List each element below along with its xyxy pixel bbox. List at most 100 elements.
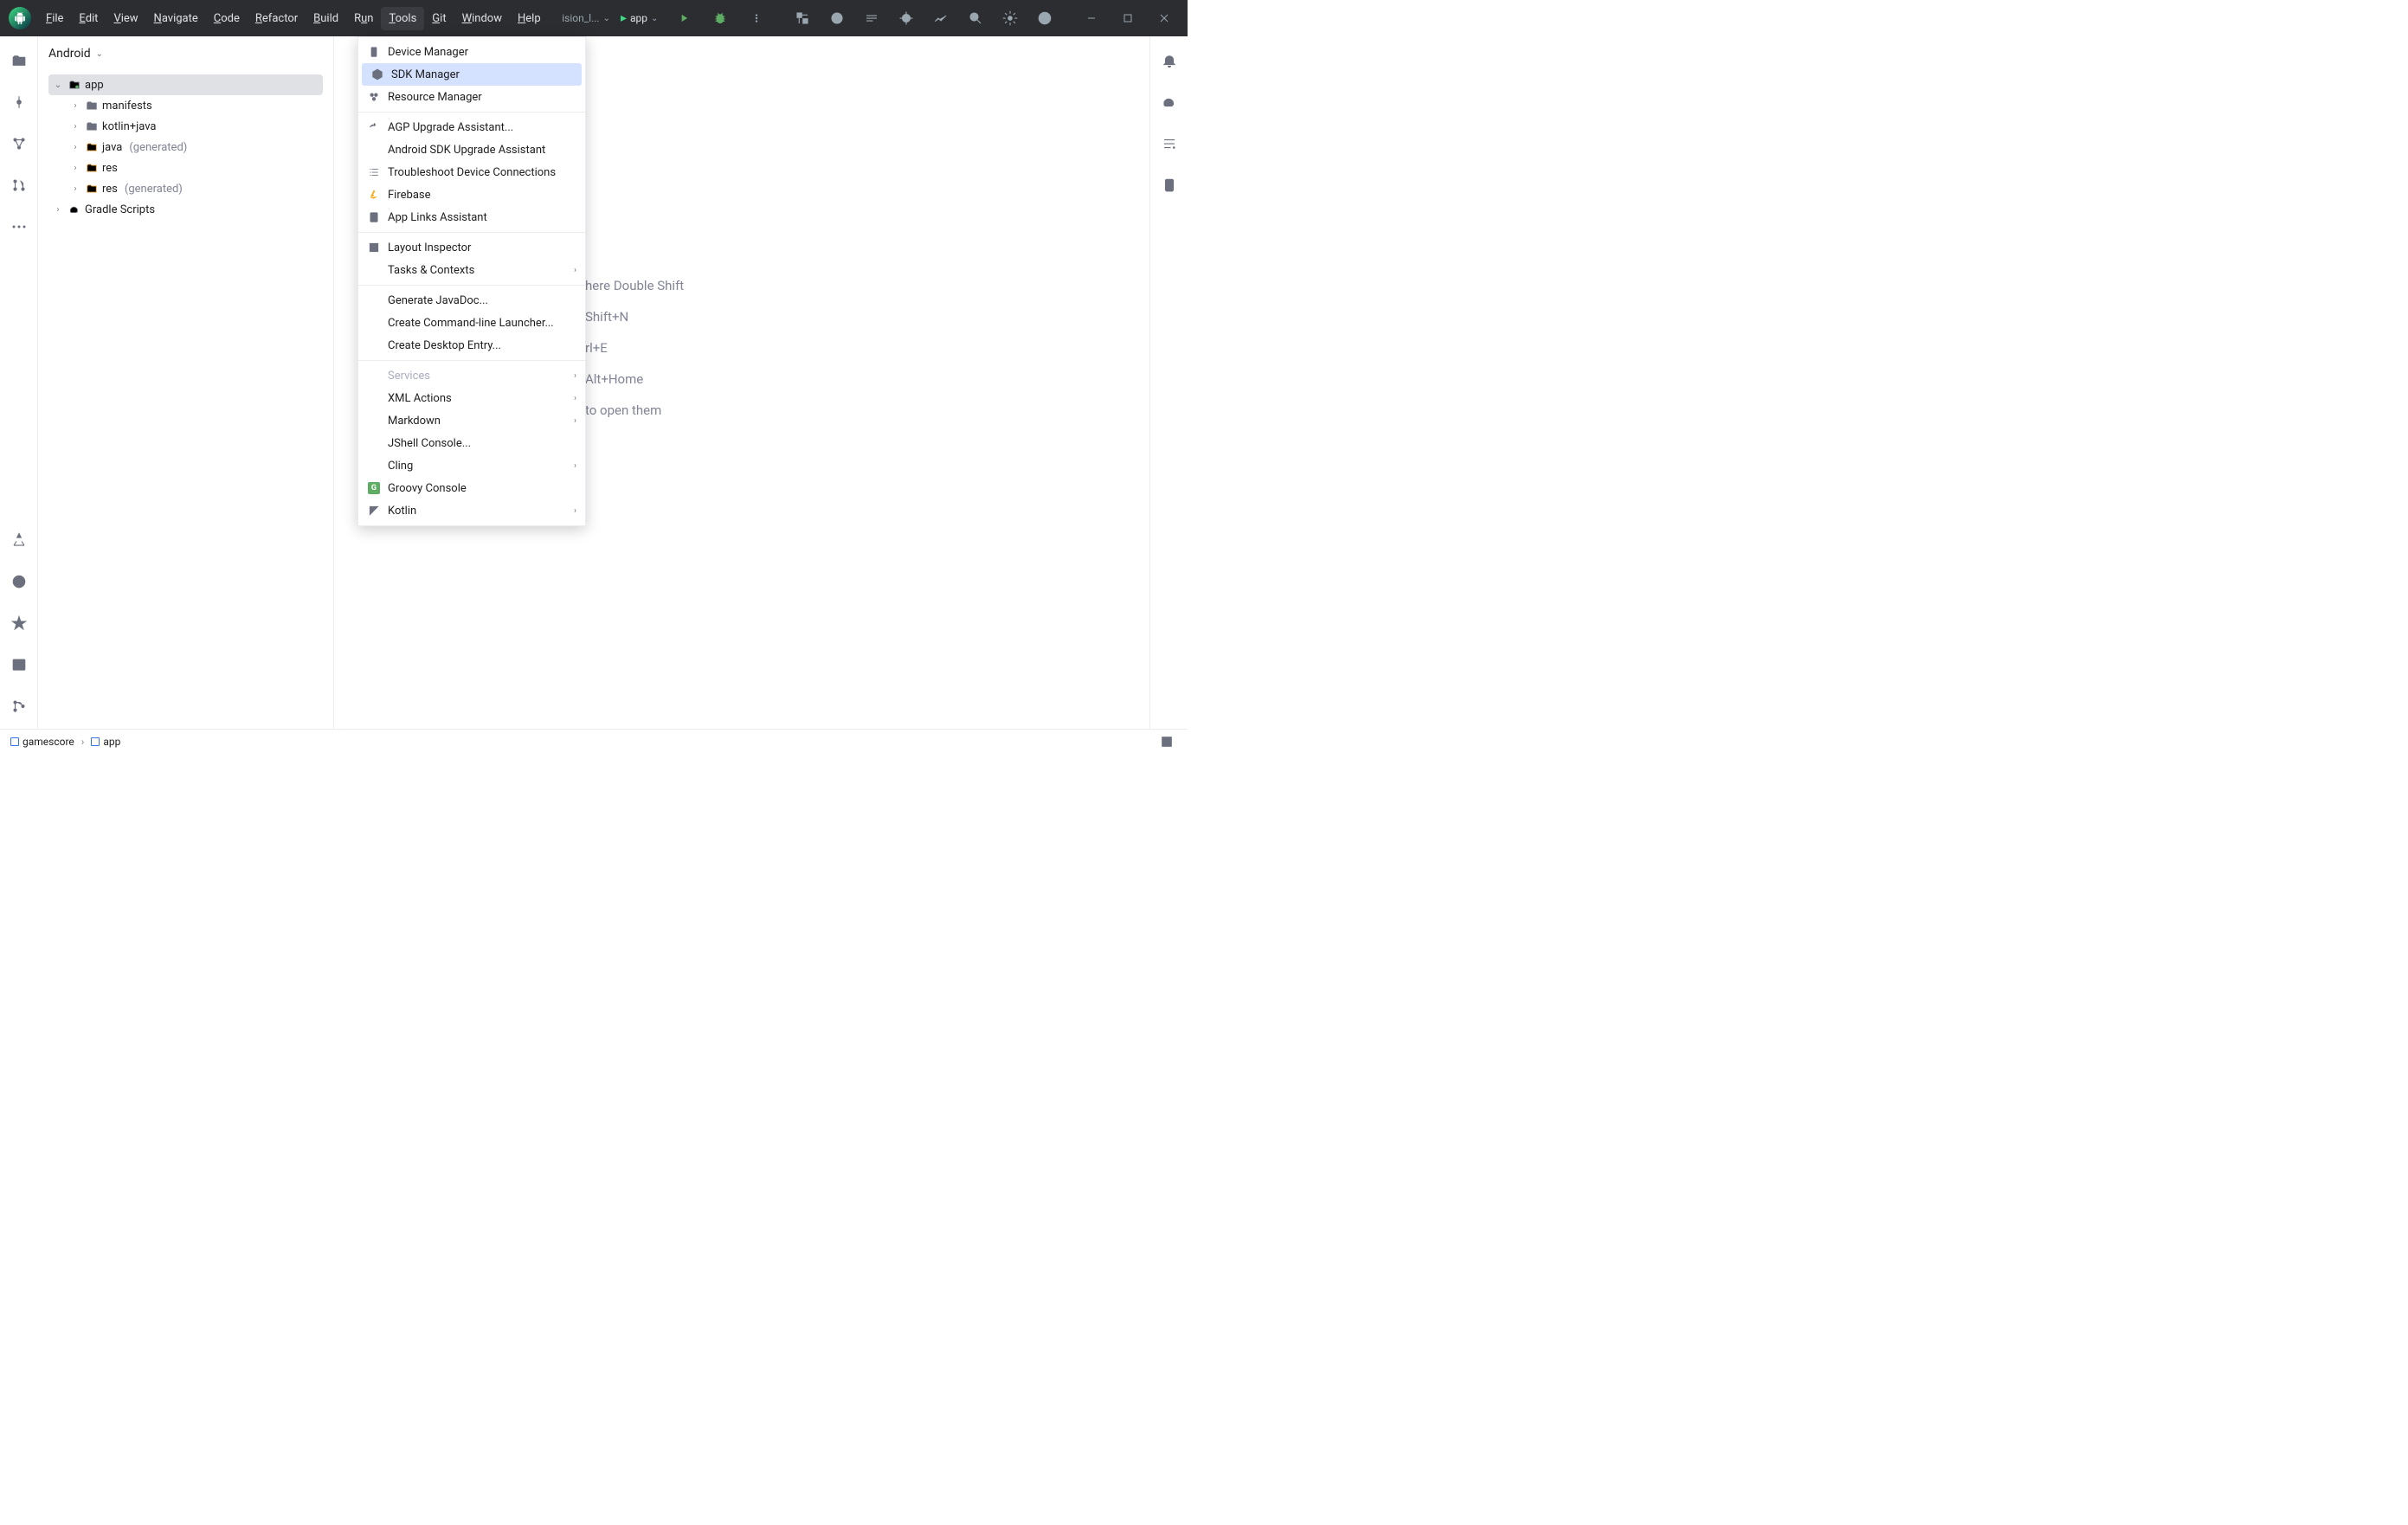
menu-run[interactable]: Run	[346, 7, 381, 30]
menu-item-firebase[interactable]: Firebase	[358, 183, 585, 206]
menu-item-troubleshoot[interactable]: Troubleshoot Device Connections	[358, 161, 585, 183]
chevron-right-icon: ›	[574, 394, 576, 403]
generated-folder-icon	[85, 182, 99, 196]
more-tools-icon[interactable]	[9, 216, 29, 237]
settings-icon[interactable]	[994, 3, 1027, 34]
menu-item-cling[interactable]: Cling ›	[358, 454, 585, 477]
left-tool-rail	[0, 36, 38, 729]
build-variants-icon[interactable]	[9, 530, 29, 550]
gradle-tool-icon[interactable]	[1159, 92, 1180, 113]
menu-window[interactable]: Window	[454, 7, 510, 30]
menu-item-markdown[interactable]: Markdown ›	[358, 409, 585, 432]
groovy-icon: G	[367, 481, 381, 495]
debug-button[interactable]	[705, 3, 736, 34]
version-control-icon[interactable]	[9, 696, 29, 717]
minimize-window-button[interactable]	[1073, 0, 1110, 36]
chevron-right-icon: ›	[574, 461, 576, 471]
tree-item-res[interactable]: › res	[66, 158, 323, 178]
chevron-right-icon: ›	[574, 416, 576, 426]
list-icon	[367, 165, 381, 179]
device-manager-icon[interactable]	[1159, 133, 1180, 154]
maximize-window-button[interactable]	[1110, 0, 1146, 36]
menu-tools[interactable]: Tools	[381, 7, 424, 30]
running-devices-icon[interactable]	[1159, 175, 1180, 196]
statusbar-widget-icon[interactable]	[1156, 731, 1177, 752]
menu-item-sdk-manager[interactable]: SDK Manager	[362, 63, 582, 86]
app-selector[interactable]: ▸ app ⌄	[615, 10, 663, 27]
run-button[interactable]	[668, 3, 699, 34]
device-icon	[367, 45, 381, 59]
folder-icon	[85, 119, 99, 133]
close-window-button[interactable]	[1146, 0, 1182, 36]
empty-icon	[367, 316, 381, 330]
menu-item-resource-manager[interactable]: Resource Manager	[358, 86, 585, 108]
app-logo-icon[interactable]	[9, 7, 31, 29]
tree-item-manifests[interactable]: › manifests	[66, 95, 323, 116]
project-tool-icon[interactable]	[9, 50, 29, 71]
make-project-icon[interactable]	[821, 3, 853, 34]
menu-code[interactable]: Code	[206, 7, 248, 30]
project-panel: Android ⌄ ⌄ app › manifests › kotlin+jav…	[38, 36, 334, 729]
menu-separator	[358, 232, 585, 233]
tree-item-res-generated[interactable]: › res (generated)	[66, 178, 323, 199]
empty-icon	[367, 414, 381, 428]
tree-item-gradle-scripts[interactable]: › Gradle Scripts	[48, 199, 323, 220]
more-actions-button[interactable]	[741, 3, 772, 34]
menu-item-app-links[interactable]: App Links Assistant	[358, 206, 585, 228]
tree-item-app[interactable]: ⌄ app	[48, 74, 323, 95]
menu-item-layout-inspector[interactable]: Layout Inspector	[358, 236, 585, 259]
menu-edit[interactable]: Edit	[71, 7, 106, 30]
menu-build[interactable]: Build	[306, 7, 346, 30]
menu-refactor[interactable]: Refactor	[248, 7, 306, 30]
generated-folder-icon	[85, 140, 99, 154]
tree-item-java-generated[interactable]: › java (generated)	[66, 137, 323, 158]
account-icon[interactable]	[1028, 3, 1061, 34]
search-icon[interactable]	[959, 3, 992, 34]
menu-item-kotlin[interactable]: Kotlin ›	[358, 499, 585, 522]
commit-tool-icon[interactable]	[9, 92, 29, 113]
menu-item-android-sdk-upgrade[interactable]: Android SDK Upgrade Assistant	[358, 138, 585, 161]
menu-item-device-manager[interactable]: Device Manager	[358, 41, 585, 63]
menu-item-tasks-contexts[interactable]: Tasks & Contexts ›	[358, 259, 585, 281]
breadcrumb-app[interactable]: app	[91, 736, 120, 748]
menu-view[interactable]: View	[106, 7, 145, 30]
menu-item-jshell[interactable]: JShell Console...	[358, 432, 585, 454]
terminal-icon[interactable]	[9, 654, 29, 675]
empty-icon	[367, 436, 381, 450]
pull-requests-icon[interactable]	[9, 175, 29, 196]
tree-item-kotlin-java[interactable]: › kotlin+java	[66, 116, 323, 137]
code-with-me-icon[interactable]	[786, 3, 819, 34]
menu-navigate[interactable]: Navigate	[146, 7, 206, 30]
menu-item-generate-javadoc[interactable]: Generate JavaDoc...	[358, 289, 585, 312]
breadcrumb-gamescore[interactable]: gamescore	[10, 736, 74, 748]
menu-item-agp-upgrade[interactable]: AGP Upgrade Assistant...	[358, 116, 585, 138]
menu-item-create-launcher[interactable]: Create Command-line Launcher...	[358, 312, 585, 334]
gradle-icon	[68, 203, 81, 216]
project-tree: ⌄ app › manifests › kotlin+java ›	[38, 71, 333, 729]
notifications-icon[interactable]	[1159, 50, 1180, 71]
chevron-right-icon: ›	[69, 122, 81, 132]
menu-bar: File Edit View Navigate Code Refactor Bu…	[38, 7, 549, 30]
chevron-right-icon: ›	[69, 101, 81, 111]
menu-help[interactable]: Help	[510, 7, 549, 30]
menu-git[interactable]: Git	[424, 7, 454, 30]
right-tool-rail	[1149, 36, 1188, 729]
profiler-icon[interactable]	[924, 3, 957, 34]
menu-file[interactable]: File	[38, 7, 71, 30]
app-quality-icon[interactable]	[9, 613, 29, 634]
module-icon	[10, 737, 19, 746]
menu-item-groovy-console[interactable]: G Groovy Console	[358, 477, 585, 499]
structure-tool-icon[interactable]	[9, 133, 29, 154]
folder-icon	[85, 99, 99, 113]
debug-tool-icon[interactable]	[890, 3, 923, 34]
menu-item-create-desktop[interactable]: Create Desktop Entry...	[358, 334, 585, 357]
empty-icon	[367, 369, 381, 383]
menu-item-xml-actions[interactable]: XML Actions ›	[358, 387, 585, 409]
menu-separator	[358, 112, 585, 113]
project-view-selector[interactable]: Android ⌄	[38, 36, 333, 71]
chevron-right-icon: ›	[69, 143, 81, 152]
sync-icon[interactable]	[855, 3, 888, 34]
run-config-selector[interactable]: ision_l... ⌄	[562, 12, 610, 24]
menu-item-services: Services ›	[358, 364, 585, 387]
problems-icon[interactable]	[9, 571, 29, 592]
